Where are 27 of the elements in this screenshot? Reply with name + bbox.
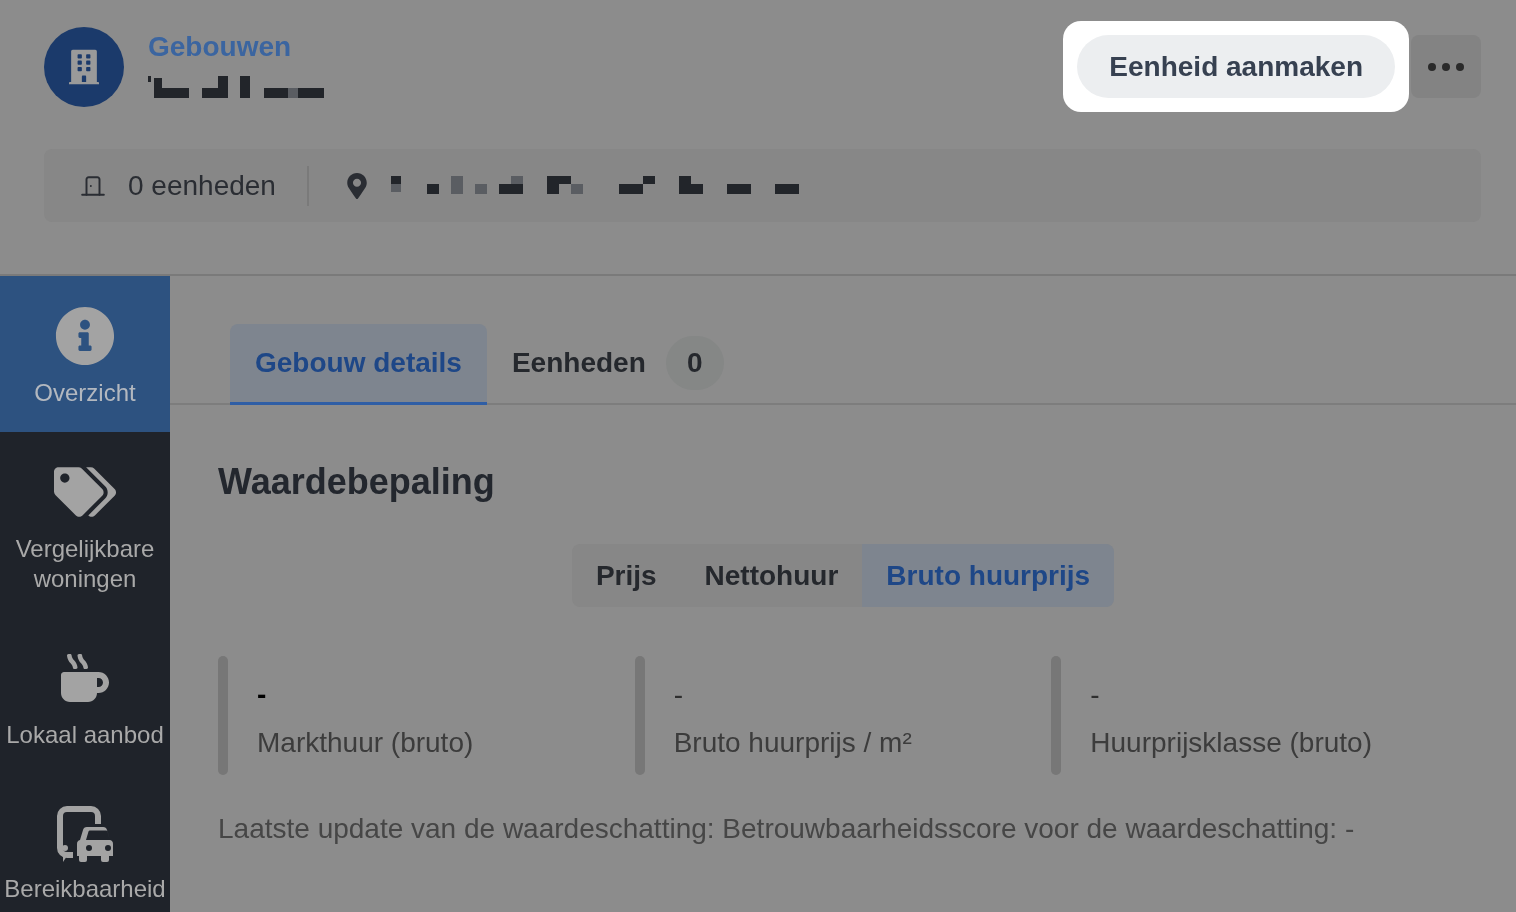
sidebar-label: Vergelijkbare woningen xyxy=(14,534,156,594)
valuation-footnote: Laatste update van de waardeschatting: Betrouwbaarheidsscore voor de waardeschatting: - xyxy=(218,812,1355,846)
units-count: 0 eenheden xyxy=(128,168,276,203)
mode-option[interactable]: Prijs xyxy=(571,544,681,607)
metric-label: Markthuur (bruto) xyxy=(257,726,474,760)
mode-option[interactable]: Nettohuur xyxy=(680,544,863,607)
metric-label: Bruto huurprijs / m² xyxy=(673,726,912,760)
sidebar-label: Lokaal aanbod xyxy=(6,720,164,750)
tags-icon xyxy=(54,467,116,517)
bus-and-car-icon xyxy=(55,804,115,862)
sidebar-item[interactable]: Overzicht xyxy=(0,276,170,432)
metric-label: Huurprijsklasse (bruto) xyxy=(1090,726,1372,760)
metric-value: - xyxy=(257,678,267,712)
tab[interactable]: Eenheden 0 xyxy=(486,324,749,405)
metric-value: - xyxy=(673,678,683,712)
section-heading: Waardebepaling xyxy=(218,460,495,503)
map-pin-icon xyxy=(346,172,367,199)
more-options-button[interactable] xyxy=(1411,35,1481,98)
sidebar-label: Bereikbaarheid xyxy=(4,874,166,904)
more-icon xyxy=(1428,62,1464,71)
mode-option[interactable]: Bruto huurprijs xyxy=(862,544,1115,607)
count-badge: 0 xyxy=(665,336,724,390)
sidebar-label: Overzicht xyxy=(34,378,136,408)
metric-value: - xyxy=(1090,678,1100,712)
info-icon xyxy=(55,306,115,366)
tab[interactable]: Gebouw details xyxy=(230,324,487,405)
create-unit-button[interactable]: Eenheid aanmaken xyxy=(1077,35,1395,98)
